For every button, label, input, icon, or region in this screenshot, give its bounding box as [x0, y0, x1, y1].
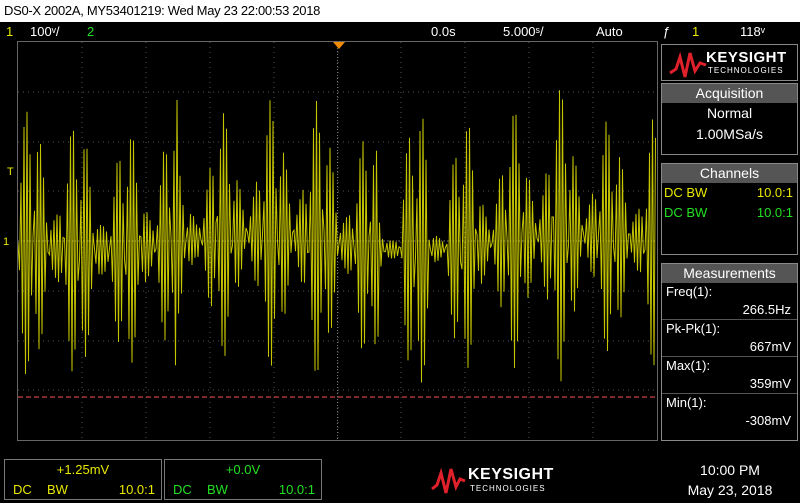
- sample-rate: 1.00MSa/s: [696, 126, 763, 142]
- measurement-name: Pk-Pk(1):: [666, 321, 721, 336]
- measurement-value: -308mV: [745, 413, 791, 428]
- measurement-name: Freq(1):: [666, 284, 713, 299]
- footer-logo-brand: KEYSIGHT: [468, 466, 554, 483]
- status-bar: 1 100ᵛ/ 2 0.0s 5.000ˢ/ Auto ƒ 1 118ᵛ: [0, 22, 800, 41]
- channels-panel[interactable]: Channels DC BW 10.0:1 DC BW 10.0:1: [661, 163, 798, 255]
- measurement-freq[interactable]: Freq(1): 266.5Hz: [662, 283, 797, 320]
- channels-heading: Channels: [662, 164, 797, 183]
- channel2-probe-ratio: 10.0:1: [278, 482, 315, 497]
- channel2-softkey[interactable]: +0.0V DC BW 10.0:1: [164, 459, 322, 500]
- channel1-probe-ratio: 10.0:1: [118, 482, 155, 497]
- logo-sub: TECHNOLOGIES: [708, 66, 784, 75]
- channel2-probe: 10.0:1: [756, 205, 793, 220]
- clock-date: May 23, 2018: [687, 482, 773, 498]
- channel1-ground-marker[interactable]: 1: [3, 236, 9, 248]
- measurements-panel[interactable]: Measurements Freq(1): 266.5Hz Pk-Pk(1): …: [661, 263, 798, 441]
- channel2-number[interactable]: 2: [87, 22, 94, 41]
- channel1-dc: DC: [13, 482, 32, 497]
- channel1-probe: 10.0:1: [756, 185, 793, 200]
- waveform-canvas: [18, 42, 657, 440]
- channel1-coupling: DC BW: [664, 185, 708, 200]
- keysight-wave-icon: [431, 467, 466, 494]
- keysight-logo: KEYSIGHT TECHNOLOGIES: [661, 44, 798, 81]
- channel2-dc: DC: [173, 482, 192, 497]
- trigger-level[interactable]: 118ᵛ: [740, 22, 765, 41]
- measurement-pkpk[interactable]: Pk-Pk(1): 667mV: [662, 320, 797, 357]
- channel1-softkey[interactable]: +1.25mV DC BW 10.0:1: [4, 459, 162, 500]
- channel1-offset: +1.25mV: [56, 462, 110, 477]
- clock: 10:00 PM May 23, 2018: [660, 460, 800, 500]
- trigger-level-marker[interactable]: T: [7, 166, 14, 178]
- channel1-number[interactable]: 1: [6, 22, 13, 41]
- measurements-heading: Measurements: [662, 264, 797, 283]
- window-title: DS0-X 2002A, MY53401219: Wed May 23 22:0…: [0, 0, 800, 22]
- measurement-value: 667mV: [662, 338, 797, 357]
- measurement-value: 266.5Hz: [662, 301, 797, 320]
- keysight-wave-icon: [669, 51, 707, 78]
- keysight-footer-logo: KEYSIGHT TECHNOLOGIES: [430, 463, 570, 497]
- measurement-name: Max(1):: [666, 358, 711, 373]
- trigger-position-marker[interactable]: [333, 42, 345, 49]
- measurement-min[interactable]: Min(1): -308mV: [662, 394, 797, 430]
- measurement-max[interactable]: Max(1): 359mV: [662, 357, 797, 394]
- acquisition-panel[interactable]: Acquisition Normal 1.00MSa/s: [661, 83, 798, 155]
- time-scale[interactable]: 5.000ˢ/: [503, 22, 544, 41]
- clock-time: 10:00 PM: [700, 462, 760, 478]
- waveform-display[interactable]: [17, 41, 658, 441]
- trigger-edge-icon: ƒ: [663, 24, 671, 39]
- channel2-offset: +0.0V: [225, 462, 261, 477]
- acquisition-heading: Acquisition: [662, 84, 797, 103]
- measurement-name: Min(1):: [666, 395, 707, 410]
- trigger-source[interactable]: 1: [692, 22, 699, 41]
- time-delay[interactable]: 0.0s: [431, 22, 456, 41]
- channel1-scale[interactable]: 100ᵛ/: [30, 22, 59, 41]
- channel2-coupling: DC BW: [664, 205, 708, 220]
- channel1-bw: BW: [47, 482, 68, 497]
- channel1-trace: [18, 90, 656, 383]
- channel1-row[interactable]: DC BW 10.0:1: [662, 183, 797, 203]
- run-mode[interactable]: Auto: [596, 22, 623, 41]
- logo-brand: KEYSIGHT: [706, 49, 787, 66]
- acquisition-mode: Normal: [706, 105, 753, 121]
- channel2-bw: BW: [207, 482, 228, 497]
- footer-logo-sub: TECHNOLOGIES: [470, 484, 546, 493]
- measurement-value: 359mV: [662, 375, 797, 394]
- channel2-row[interactable]: DC BW 10.0:1: [662, 203, 797, 223]
